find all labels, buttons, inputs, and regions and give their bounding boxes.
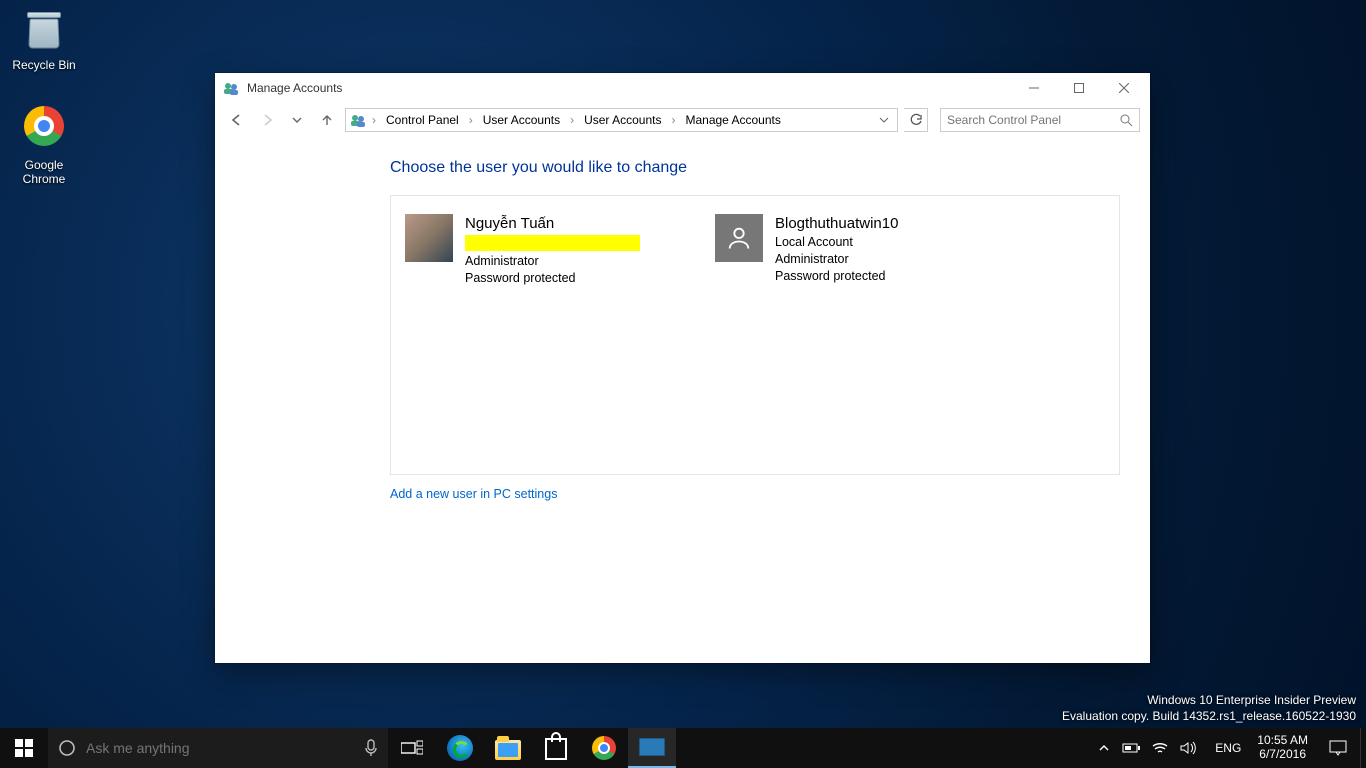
desktop-icon-chrome[interactable]: Google Chrome [6, 102, 82, 187]
clock-time: 10:55 AM [1257, 734, 1308, 748]
forward-button[interactable] [255, 108, 279, 132]
chevron-right-icon[interactable]: › [465, 113, 477, 127]
account-name: Blogthuthuatwin10 [775, 214, 898, 234]
search-icon[interactable] [1119, 113, 1133, 127]
control-panel-icon [639, 738, 665, 756]
chrome-label: Google Chrome [6, 158, 82, 187]
recent-locations-button[interactable] [285, 108, 309, 132]
edge-icon [447, 735, 473, 761]
windows-watermark: Windows 10 Enterprise Insider Preview Ev… [1062, 692, 1356, 724]
account-role: Administrator [775, 251, 898, 268]
refresh-button[interactable] [904, 108, 928, 132]
taskbar: ENG 10:55 AM 6/7/2016 [0, 728, 1366, 768]
breadcrumb[interactable]: Control Panel [382, 111, 463, 129]
desktop-icon-recycle-bin[interactable]: Recycle Bin [6, 6, 82, 72]
task-view-button[interactable] [388, 728, 436, 768]
breadcrumb[interactable]: Manage Accounts [681, 111, 784, 129]
user-accounts-icon [223, 80, 239, 96]
control-panel-window: Manage Accounts › Control Panel › User A… [215, 73, 1150, 663]
add-user-link[interactable]: Add a new user in PC settings [390, 487, 557, 501]
watermark-line2: Evaluation copy. Build 14352.rs1_release… [1062, 708, 1356, 724]
show-desktop-button[interactable] [1360, 728, 1366, 768]
back-button[interactable] [225, 108, 249, 132]
clock-date: 6/7/2016 [1257, 748, 1308, 762]
titlebar[interactable]: Manage Accounts [215, 73, 1150, 103]
action-center-button[interactable] [1316, 728, 1360, 768]
avatar [715, 214, 763, 262]
account-password-status: Password protected [775, 268, 898, 285]
recycle-bin-label: Recycle Bin [6, 58, 82, 72]
page-heading: Choose the user you would like to change [390, 159, 1120, 177]
chevron-right-icon[interactable]: › [566, 113, 578, 127]
taskbar-store[interactable] [532, 728, 580, 768]
battery-icon[interactable] [1119, 728, 1145, 768]
system-tray [1085, 728, 1207, 768]
breadcrumb[interactable]: User Accounts [479, 111, 564, 129]
chrome-icon [20, 106, 68, 154]
taskbar-chrome[interactable] [580, 728, 628, 768]
address-dropdown-button[interactable] [875, 115, 893, 125]
microphone-icon[interactable] [364, 739, 378, 757]
close-button[interactable] [1101, 73, 1146, 103]
search-input[interactable] [947, 113, 1119, 127]
search-box[interactable] [940, 108, 1140, 132]
breadcrumb[interactable]: User Accounts [580, 111, 665, 129]
watermark-line1: Windows 10 Enterprise Insider Preview [1062, 692, 1356, 708]
taskbar-file-explorer[interactable] [484, 728, 532, 768]
account-password-status: Password protected [465, 270, 640, 287]
recycle-bin-icon [20, 6, 68, 54]
chevron-right-icon[interactable]: › [667, 113, 679, 127]
cortana-search[interactable] [48, 728, 388, 768]
chrome-icon [592, 736, 616, 760]
user-accounts-icon [350, 112, 366, 128]
window-title: Manage Accounts [247, 81, 342, 95]
language-indicator[interactable]: ENG [1207, 728, 1249, 768]
account-role: Administrator [465, 253, 640, 270]
clock[interactable]: 10:55 AM 6/7/2016 [1249, 728, 1316, 768]
maximize-button[interactable] [1056, 73, 1101, 103]
up-button[interactable] [315, 108, 339, 132]
account-tile[interactable]: Nguyễn Tuấn Administrator Password prote… [405, 214, 675, 456]
account-tile[interactable]: Blogthuthuatwin10 Local Account Administ… [715, 214, 985, 456]
wifi-icon[interactable] [1147, 728, 1173, 768]
toolbar: › Control Panel › User Accounts › User A… [215, 103, 1150, 137]
cortana-input[interactable] [86, 740, 354, 756]
accounts-grid: Nguyễn Tuấn Administrator Password prote… [390, 195, 1120, 475]
redacted-text [465, 235, 640, 251]
cortana-icon [58, 739, 76, 757]
volume-icon[interactable] [1175, 728, 1201, 768]
account-type: Local Account [775, 234, 898, 251]
account-name: Nguyễn Tuấn [465, 214, 640, 234]
tray-overflow-button[interactable] [1091, 728, 1117, 768]
content-area: Choose the user you would like to change… [215, 137, 1150, 663]
taskbar-edge[interactable] [436, 728, 484, 768]
address-bar[interactable]: › Control Panel › User Accounts › User A… [345, 108, 898, 132]
avatar [405, 214, 453, 262]
taskbar-control-panel[interactable] [628, 728, 676, 768]
store-icon [545, 738, 567, 760]
minimize-button[interactable] [1011, 73, 1056, 103]
start-button[interactable] [0, 728, 48, 768]
folder-icon [495, 740, 521, 760]
chevron-right-icon[interactable]: › [368, 113, 380, 127]
